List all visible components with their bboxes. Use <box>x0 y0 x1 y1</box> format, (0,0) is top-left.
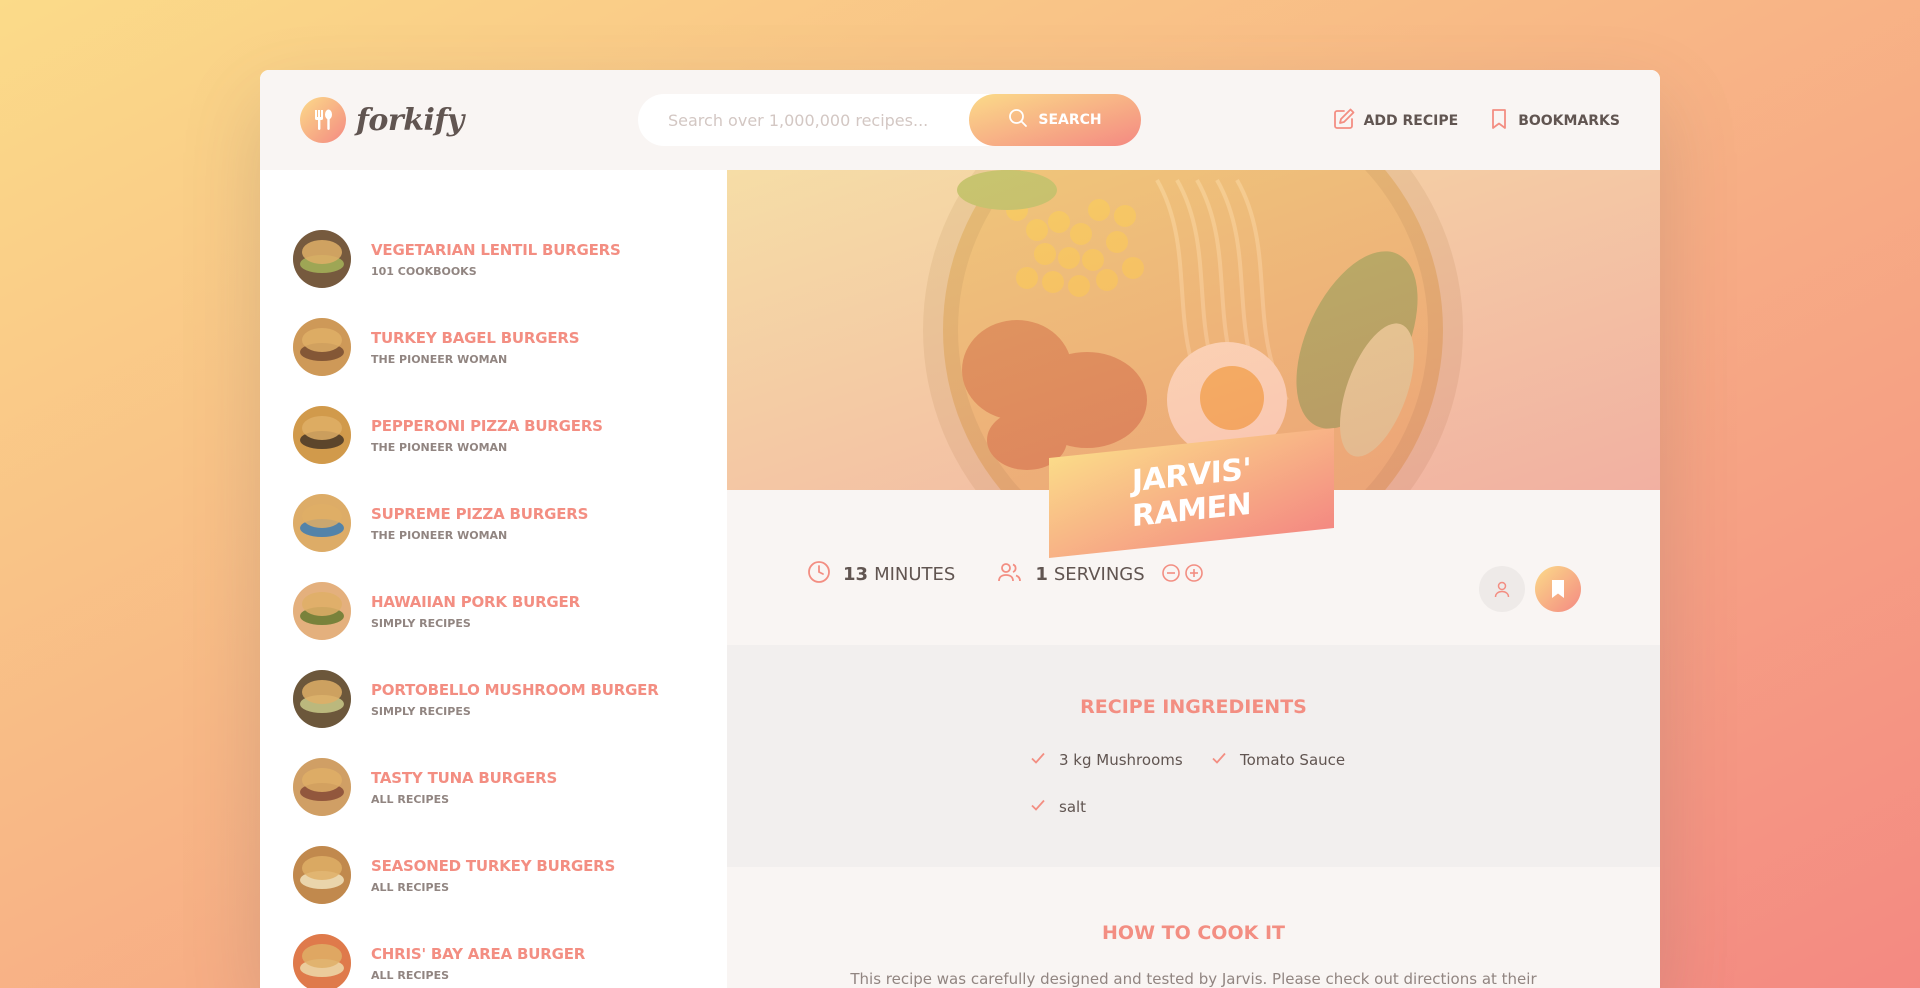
search-result-item[interactable]: Seasoned Turkey Burgers All Recipes <box>260 831 727 919</box>
result-text: Hawaiian Pork Burger Simply Recipes <box>371 593 580 630</box>
servings: 1 servings <box>997 560 1145 589</box>
recipe-view: Jarvis' Ramen 13 minutes 1 servings <box>727 170 1660 988</box>
minus-circle-icon <box>1161 563 1180 582</box>
result-publisher: The Pioneer Woman <box>371 440 508 454</box>
result-publisher: 101 Cookbooks <box>371 264 477 278</box>
servings-value: 1 <box>1035 564 1048 585</box>
result-text: Seasoned Turkey Burgers All Recipes <box>371 857 615 894</box>
app-container: forkify Search Add recipe <box>260 70 1660 988</box>
search-button[interactable]: Search <box>969 94 1141 146</box>
add-recipe-button[interactable]: Add recipe <box>1332 107 1459 135</box>
result-thumbnail <box>293 670 351 728</box>
bookmark-icon <box>1488 107 1510 135</box>
ingredient-text: salt <box>1059 798 1087 816</box>
search-result-item[interactable]: Tasty Tuna Burgers All Recipes <box>260 743 727 831</box>
bookmark-recipe-button[interactable] <box>1535 566 1581 612</box>
search-form: Search <box>638 94 1141 146</box>
check-icon <box>1210 749 1228 771</box>
ingredient-item: 3 kg Mushrooms <box>1029 749 1183 771</box>
result-publisher: All Recipes <box>371 792 450 806</box>
fork-spoon-icon <box>300 97 346 143</box>
ingredients-heading: Recipe ingredients <box>1080 696 1307 718</box>
servings-controls <box>1161 563 1204 587</box>
user-generated-badge <box>1479 566 1525 612</box>
result-text: Tasty Tuna Burgers All Recipes <box>371 769 557 806</box>
logo-text: forkify <box>356 102 464 138</box>
result-text: Supreme Pizza Burgers The Pioneer Woman <box>371 505 588 542</box>
bookmarks-button[interactable]: Bookmarks <box>1488 107 1620 135</box>
search-result-item[interactable]: Chris' Bay Area Burger All Recipes <box>260 919 727 988</box>
result-text: Chris' Bay Area Burger All Recipes <box>371 945 585 982</box>
result-title: Supreme Pizza Burgers <box>371 504 589 523</box>
search-button-label: Search <box>1038 112 1102 128</box>
result-publisher: Simply Recipes <box>371 704 471 718</box>
search-results: Vegetarian Lentil Burgers 101 Cookbooks Tu… <box>260 170 727 988</box>
result-text: Portobello Mushroom Burger Simply Recipes <box>371 681 659 718</box>
increase-servings-button[interactable] <box>1184 563 1204 587</box>
result-publisher: The Pioneer Woman <box>371 352 508 366</box>
user-icon <box>1494 581 1510 598</box>
decrease-servings-button[interactable] <box>1161 563 1181 587</box>
result-thumbnail <box>293 846 351 904</box>
result-thumbnail <box>293 758 351 816</box>
search-result-item[interactable]: Turkey Bagel Burgers The Pioneer Woman <box>260 303 727 391</box>
header-nav: Add recipe Bookmarks <box>1332 107 1620 135</box>
users-icon <box>997 560 1023 589</box>
search-icon <box>1008 108 1028 132</box>
directions-heading: How to cook it <box>1102 922 1285 944</box>
directions-text: This recipe was carefully designed and t… <box>850 970 1537 988</box>
logo[interactable]: forkify <box>300 97 464 143</box>
result-title: Vegetarian Lentil Burgers <box>371 240 621 259</box>
cooking-time: 13 minutes <box>807 560 955 589</box>
result-thumbnail <box>293 934 351 988</box>
result-thumbnail <box>293 318 351 376</box>
cooking-time-unit: minutes <box>874 564 956 585</box>
recipe-details: 13 minutes 1 servings <box>807 560 1204 589</box>
result-publisher: All Recipes <box>371 880 450 894</box>
result-publisher: The Pioneer Woman <box>371 528 508 542</box>
result-title: Portobello Mushroom Burger <box>371 680 659 699</box>
plus-circle-icon <box>1184 563 1203 582</box>
result-thumbnail <box>293 406 351 464</box>
result-thumbnail <box>293 494 351 552</box>
ingredient-text: Tomato Sauce <box>1240 751 1346 769</box>
recipe-title-text: Jarvis' Ramen <box>1131 451 1252 535</box>
add-recipe-label: Add recipe <box>1363 113 1459 129</box>
ingredients-section: Recipe ingredients 3 kg Mushrooms Tomato… <box>727 645 1660 867</box>
result-text: Pepperoni Pizza Burgers The Pioneer Woman <box>371 417 603 454</box>
clock-icon <box>807 560 831 589</box>
result-publisher: Simply Recipes <box>371 616 471 630</box>
check-icon <box>1029 749 1047 771</box>
result-publisher: All Recipes <box>371 968 450 982</box>
result-title: Pepperoni Pizza Burgers <box>371 416 603 435</box>
search-result-item[interactable]: Pepperoni Pizza Burgers The Pioneer Woman <box>260 391 727 479</box>
ingredient-item: salt <box>1029 796 1086 818</box>
bookmark-fill-icon <box>1552 580 1564 598</box>
result-title: Hawaiian Pork Burger <box>371 592 580 611</box>
header: forkify Search Add recipe <box>260 70 1660 170</box>
result-thumbnail <box>293 230 351 288</box>
cooking-time-value: 13 <box>843 564 869 585</box>
bookmarks-label: Bookmarks <box>1518 113 1620 129</box>
search-result-item[interactable]: Vegetarian Lentil Burgers 101 Cookbooks <box>260 215 727 303</box>
result-thumbnail <box>293 582 351 640</box>
ingredient-text: 3 kg Mushrooms <box>1059 751 1183 769</box>
result-title: Seasoned Turkey Burgers <box>371 856 616 875</box>
result-text: Turkey Bagel Burgers The Pioneer Woman <box>371 328 580 366</box>
result-title: Chris' Bay Area Burger <box>371 944 586 963</box>
servings-unit: servings <box>1053 564 1145 585</box>
search-result-item[interactable]: Portobello Mushroom Burger Simply Recipes <box>260 655 727 743</box>
check-icon <box>1029 796 1047 818</box>
result-title: Turkey Bagel Burgers <box>371 328 580 347</box>
search-result-item[interactable]: Hawaiian Pork Burger Simply Recipes <box>260 567 727 655</box>
edit-icon <box>1332 107 1356 135</box>
result-text: Vegetarian Lentil Burgers 101 Cookbooks <box>371 241 621 278</box>
result-title: Tasty Tuna Burgers <box>371 768 558 787</box>
search-result-item[interactable]: Supreme Pizza Burgers The Pioneer Woman <box>260 479 727 567</box>
ingredient-item: Tomato Sauce <box>1210 749 1345 771</box>
search-input[interactable] <box>668 110 988 130</box>
